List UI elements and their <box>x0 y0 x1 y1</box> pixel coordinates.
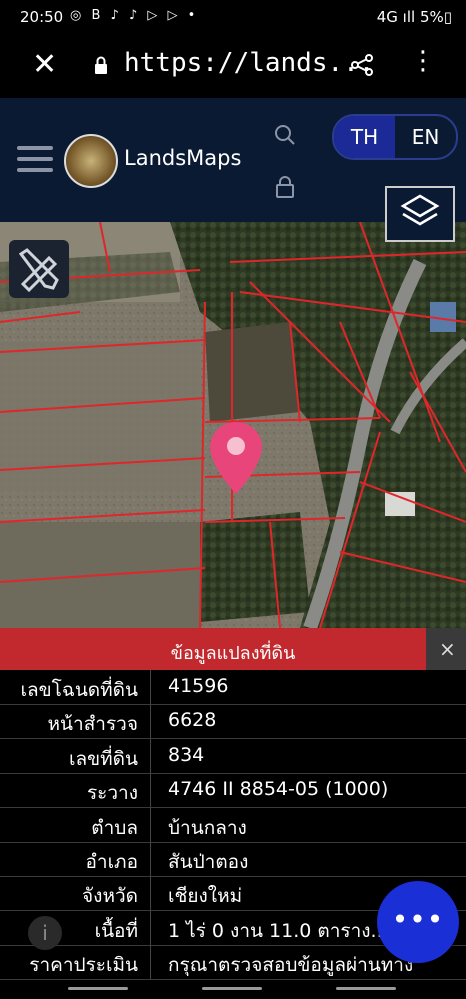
more-actions-button[interactable]: ••• <box>377 881 459 963</box>
browser-toolbar: ✕ https://lands... ⋮ <box>0 36 466 98</box>
info-row-value: 6628 <box>168 709 217 732</box>
info-row: หน้าสำรวจ 6628 <box>0 704 466 740</box>
row-divider <box>150 807 151 842</box>
system-nav-bar <box>0 981 466 999</box>
info-row-label: ระวาง <box>86 782 138 805</box>
layers-button[interactable] <box>385 186 455 242</box>
info-row-value: บ้านกลาง <box>168 816 247 839</box>
close-panel-button[interactable]: × <box>426 628 466 670</box>
lang-th-button[interactable]: TH <box>334 116 395 158</box>
info-row-value: กรุณาตรวจสอบข้อมูลผ่านทาง <box>168 954 414 977</box>
url-text[interactable]: https://lands... <box>124 48 374 78</box>
info-row-value: 1 ไร่ 0 งาน 11.0 ตาราง... <box>168 919 389 942</box>
info-icon[interactable]: i <box>28 916 62 950</box>
search-icon[interactable] <box>274 124 296 146</box>
row-divider <box>150 945 151 980</box>
more-menu-icon[interactable]: ⋮ <box>410 48 436 74</box>
info-row: อำเภอ สันป่าตอง <box>0 842 466 877</box>
info-row-value: เชียงใหม่ <box>168 885 243 908</box>
info-row-value: 41596 <box>168 675 229 697</box>
info-row-label: เลขที่ดิน <box>69 747 138 770</box>
info-row-label: อำเภอ <box>85 851 138 873</box>
lock-icon <box>95 56 107 74</box>
map-view[interactable] <box>0 222 466 628</box>
battery-status: 4G ıll 5%▯ <box>376 8 452 26</box>
info-row-label: ตำบล <box>91 816 138 839</box>
row-divider <box>150 910 151 945</box>
row-divider <box>150 704 151 739</box>
row-divider <box>150 773 151 808</box>
info-row-value: 834 <box>168 743 205 766</box>
close-tab-icon[interactable]: ✕ <box>32 50 57 80</box>
row-divider <box>150 670 151 704</box>
row-divider <box>150 876 151 911</box>
ruler-pencil-icon <box>18 248 59 293</box>
info-row: ตำบล บ้านกลาง <box>0 807 466 843</box>
more-dots-icon: ••• <box>391 903 445 936</box>
info-row-label: ราคาประเมิน <box>29 954 138 977</box>
info-row-label: เลขโฉนดที่ดิน <box>20 679 138 701</box>
row-divider <box>150 842 151 876</box>
notification-icons: ◎ B ♪ ♪ ▷ ▷ • <box>70 8 199 23</box>
status-bar: 20:50 ◎ B ♪ ♪ ▷ ▷ • 4G ıll 5%▯ <box>0 0 466 36</box>
hamburger-menu-icon[interactable] <box>17 146 53 172</box>
layers-icon <box>400 194 440 226</box>
info-row: เลขโฉนดที่ดิน 41596 <box>0 670 466 705</box>
info-row: เลขที่ดิน 834 <box>0 738 466 774</box>
department-seal-logo <box>64 134 118 188</box>
language-switch: TH EN <box>332 114 458 160</box>
draw-measure-button[interactable] <box>9 240 69 298</box>
info-row-value: 4746 II 8854-05 (1000) <box>168 778 389 801</box>
row-divider <box>150 738 151 773</box>
parcel-info-header: ข้อมูลแปลงที่ดิน <box>0 628 466 670</box>
brand-title: LandsMaps <box>124 146 242 170</box>
close-icon: × <box>439 637 456 661</box>
info-row-label: จังหวัด <box>82 885 138 908</box>
location-pin-icon <box>210 422 262 494</box>
parcel-info-title: ข้อมูลแปลงที่ดิน <box>170 643 296 664</box>
info-row-label: เนื้อที่ <box>94 919 138 942</box>
info-row: ระวาง 4746 II 8854-05 (1000) <box>0 773 466 809</box>
info-row-label: หน้าสำรวจ <box>47 713 138 736</box>
share-icon[interactable] <box>350 53 374 77</box>
status-time: 20:50 <box>20 8 64 26</box>
lang-en-button[interactable]: EN <box>395 116 456 158</box>
login-lock-icon[interactable] <box>276 176 294 198</box>
info-row-value: สันป่าตอง <box>168 851 249 873</box>
